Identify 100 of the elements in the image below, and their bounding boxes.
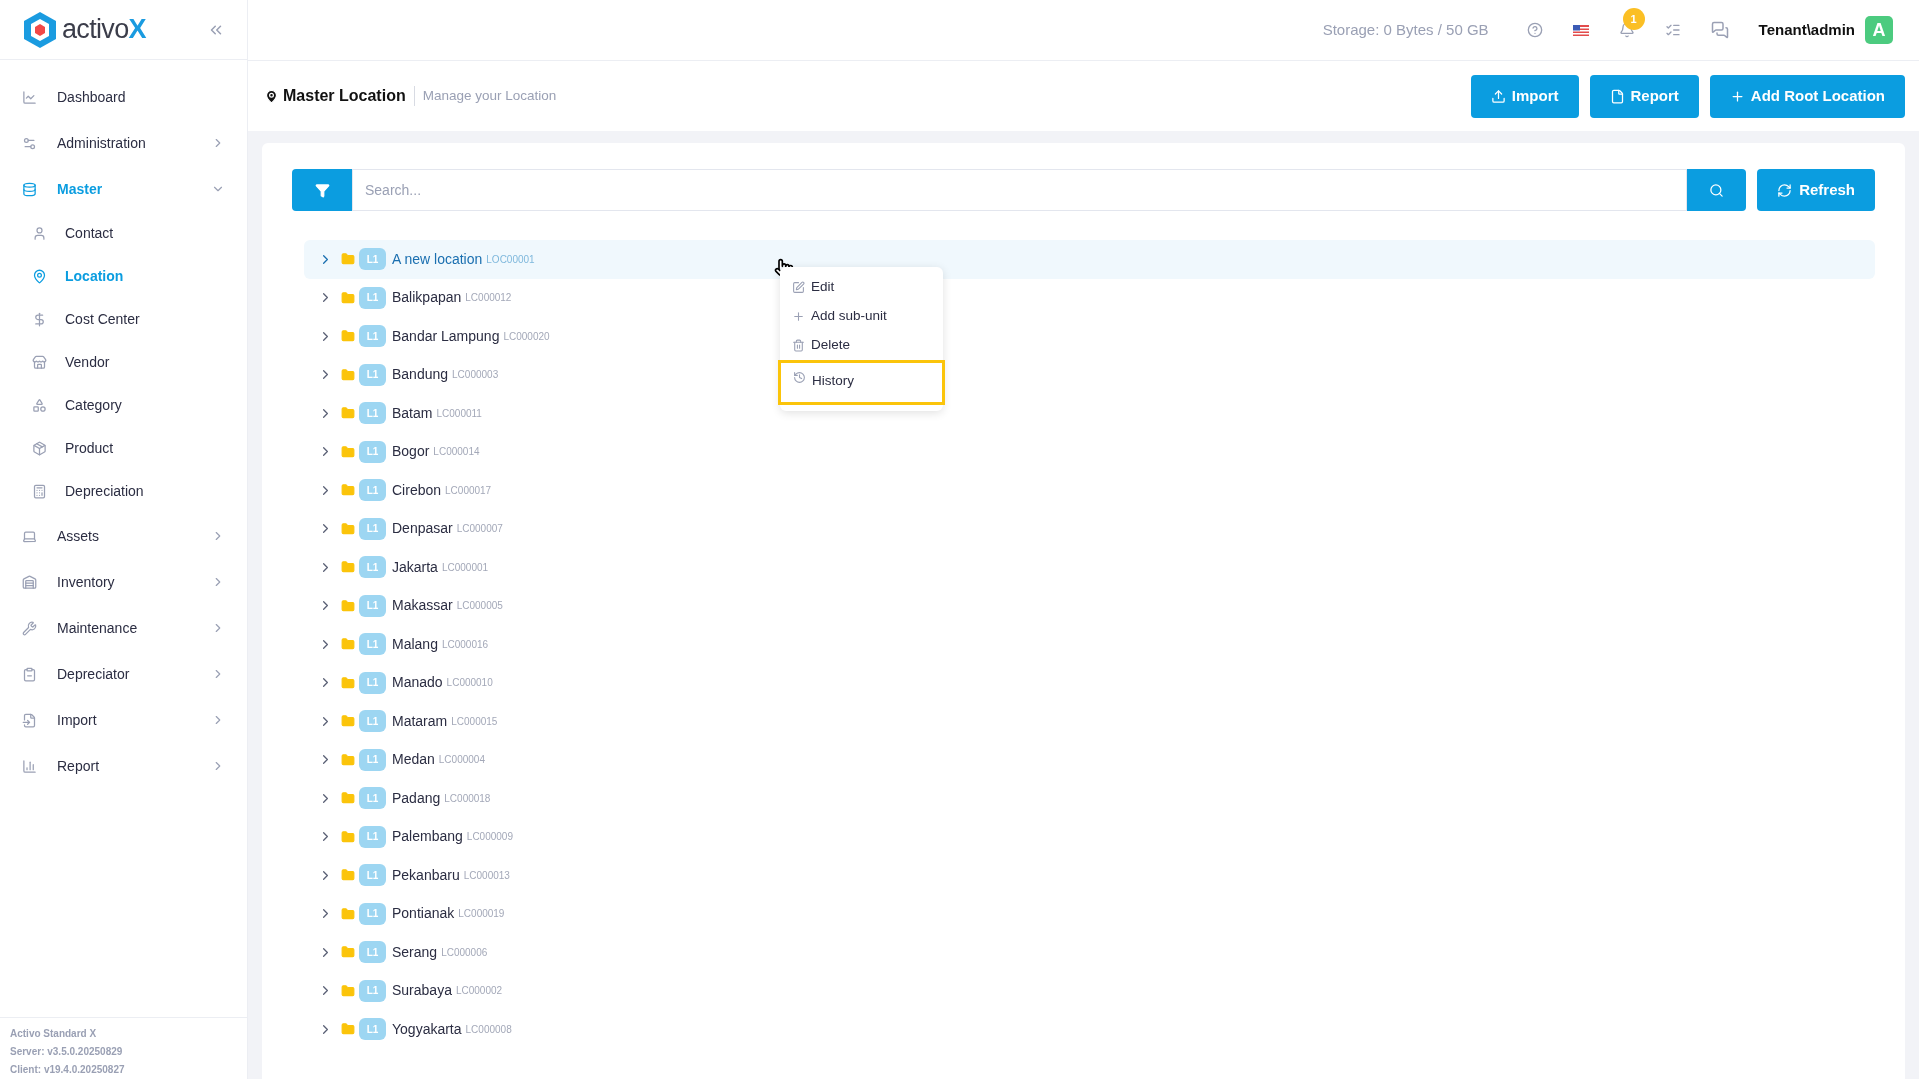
filter-icon <box>314 182 330 198</box>
location-code: LC000016 <box>441 637 489 652</box>
tree-row[interactable]: L1 A new location LOC00001 <box>304 240 1875 279</box>
location-name: Jakarta <box>392 557 438 577</box>
location-code: LC000011 <box>436 406 482 421</box>
folder-icon <box>341 444 355 459</box>
location-name: Surabaya <box>392 981 452 1001</box>
location-code: LC000020 <box>503 329 550 344</box>
level-badge: L1 <box>359 286 386 309</box>
tree-row[interactable]: L1 Yogyakarta LC000008 <box>304 1010 518 1049</box>
menu-item[interactable]: History <box>778 360 945 405</box>
tree-row[interactable]: L1 Manado LC000010 <box>304 663 499 702</box>
level-badge: L1 <box>359 248 386 271</box>
location-name: A new location <box>392 249 483 269</box>
level-badge: L1 <box>359 787 386 810</box>
tree-row[interactable]: L1 Bandar Lampung LC000020 <box>304 317 556 356</box>
sidebar-item[interactable]: Inventory <box>0 559 247 605</box>
tree-row[interactable]: L1 Denpasar LC000007 <box>304 509 509 548</box>
location-name: Cirebon <box>392 480 442 500</box>
sidebar-item[interactable]: Report <box>0 743 247 789</box>
location-name: Makassar <box>392 596 453 616</box>
location-code: LC000019 <box>458 907 505 922</box>
search-icon <box>1709 182 1725 198</box>
location-code: LC000014 <box>433 445 480 460</box>
sidebar-item[interactable]: Dashboard <box>0 74 247 120</box>
submenu-item[interactable]: Contact <box>0 212 247 255</box>
notification-count: 1 <box>1622 8 1645 30</box>
level-badge: L1 <box>359 710 386 733</box>
level-badge: L1 <box>359 363 386 386</box>
search-button[interactable] <box>1687 169 1747 211</box>
sidebar-item[interactable]: Maintenance <box>0 605 247 651</box>
folder-icon <box>341 483 355 498</box>
location-code: LC000007 <box>456 522 503 537</box>
folder-icon <box>341 367 355 382</box>
tree-row[interactable]: L1 Makassar LC000005 <box>304 586 509 625</box>
tree-row[interactable]: L1 Serang LC000006 <box>304 933 494 972</box>
level-badge: L1 <box>359 1018 386 1041</box>
tree-row[interactable]: L1 Bogor LC000014 <box>304 432 486 471</box>
location-name: Bandar Lampung <box>392 326 500 346</box>
folder-icon <box>341 791 355 806</box>
checklist-icon[interactable] <box>1664 22 1681 38</box>
folder-icon <box>341 675 355 690</box>
sidebar-item[interactable]: Administration <box>0 120 247 166</box>
location-code: LC000002 <box>455 984 503 999</box>
level-badge: L1 <box>359 979 386 1002</box>
level-badge: L1 <box>359 440 386 463</box>
tree-row[interactable]: L1 Mataram LC000015 <box>304 702 504 741</box>
location-code: LC000008 <box>465 1022 512 1037</box>
sidebar-item[interactable]: Assets <box>0 513 247 559</box>
menu-item[interactable]: Add sub-unit <box>780 302 943 331</box>
location-code: LC000018 <box>444 791 491 806</box>
folder-icon <box>341 521 355 536</box>
location-name: Bogor <box>392 442 430 462</box>
folder-icon <box>341 252 355 267</box>
folder-icon <box>341 714 355 729</box>
submenu-item[interactable]: Product <box>0 427 247 470</box>
tree-row[interactable]: L1 Malang LC000016 <box>304 625 495 664</box>
tree-row[interactable]: L1 Jakarta LC000001 <box>304 548 495 587</box>
flag-icon[interactable] <box>1572 24 1589 36</box>
search-field[interactable]: Search... <box>352 169 1688 211</box>
refresh-icon <box>1777 182 1793 198</box>
submenu-item[interactable]: Depreciation <box>0 470 247 513</box>
location-name: Denpasar <box>392 519 453 539</box>
submenu-item[interactable]: Vendor <box>0 341 247 384</box>
location-code: LC000003 <box>452 368 499 383</box>
menu-item[interactable]: Delete <box>780 331 943 360</box>
tree-row[interactable]: L1 Palembang LC000009 <box>304 817 519 856</box>
tree-row[interactable]: L1 Pekanbaru LC000013 <box>304 856 516 895</box>
location-code: LC000004 <box>438 753 485 768</box>
tree-row[interactable]: L1 Pontianak LC000019 <box>304 894 511 933</box>
sidebar-item[interactable]: Import <box>0 697 247 743</box>
folder-icon <box>341 637 355 652</box>
submenu-item[interactable]: Category <box>0 384 247 427</box>
tree-row[interactable]: L1 Medan LC000004 <box>304 740 491 779</box>
location-name: Bandung <box>392 365 449 385</box>
level-badge: L1 <box>359 902 386 925</box>
tree-row[interactable]: L1 Cirebon LC000017 <box>304 471 498 510</box>
button-icon <box>1609 88 1625 104</box>
storage-text: Storage: 0 Bytes / 50 GB <box>1322 19 1489 40</box>
tree-row[interactable]: L1 Padang LC000018 <box>304 779 497 818</box>
tree-row[interactable]: L1 Bandung LC000003 <box>304 355 505 394</box>
location-name: Batam <box>392 403 433 423</box>
bell-icon[interactable] <box>1618 22 1635 38</box>
level-badge: L1 <box>359 325 386 348</box>
sidebar-item[interactable]: Depreciator <box>0 651 247 697</box>
location-name: Palembang <box>392 827 463 847</box>
folder-icon <box>341 945 355 960</box>
chat-icon[interactable] <box>1710 21 1729 39</box>
submenu-item[interactable]: Cost Center <box>0 298 247 341</box>
tree-row[interactable]: L1 Surabaya LC000002 <box>304 971 509 1010</box>
tree-row[interactable]: L1 Batam LC000011 <box>304 394 488 433</box>
help-icon[interactable] <box>1526 22 1543 38</box>
level-badge: L1 <box>359 594 386 617</box>
folder-icon <box>341 829 355 844</box>
user-name[interactable]: Tenant\admin <box>1758 18 1855 42</box>
location-code: LC000017 <box>445 483 492 498</box>
tree-row[interactable]: L1 Balikpapan LC000012 <box>304 278 518 317</box>
level-badge: L1 <box>359 864 386 887</box>
filter-button[interactable] <box>292 169 352 211</box>
logo-icon <box>22 10 58 49</box>
